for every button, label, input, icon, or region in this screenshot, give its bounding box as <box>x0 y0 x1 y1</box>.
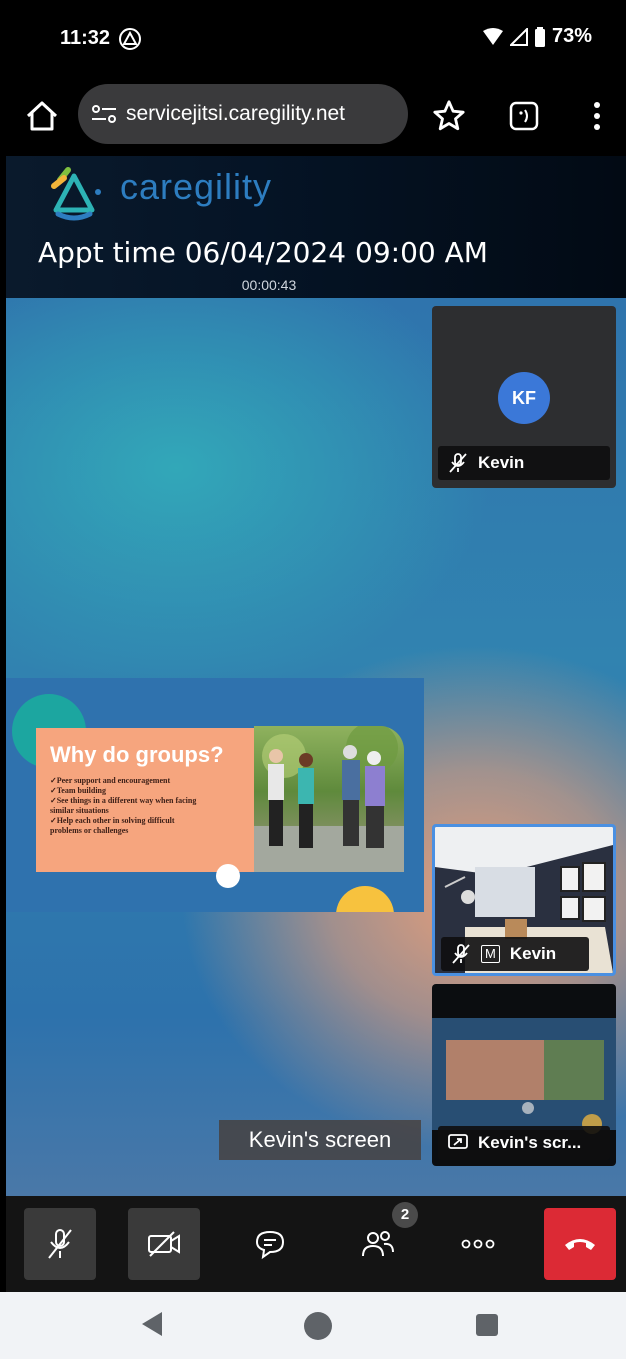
person-figure <box>342 745 360 846</box>
more-options-button[interactable] <box>442 1208 514 1280</box>
participant-thumbnail[interactable]: KF Kevin <box>432 306 616 488</box>
screen-share-icon <box>448 1134 468 1149</box>
back-icon[interactable] <box>140 1310 164 1338</box>
recents-nav-button[interactable] <box>476 1314 498 1336</box>
home-nav-button[interactable] <box>304 1312 332 1340</box>
cell-signal-icon <box>509 27 528 46</box>
participant-name-tag: M Kevin <box>441 937 589 971</box>
meeting-toolbar: 2 <box>6 1196 626 1292</box>
slide-bullet: problems or challenges <box>50 826 129 835</box>
participant-name-tag: Kevin <box>438 446 610 480</box>
overflow-menu-icon[interactable] <box>582 98 612 134</box>
participant-name-tag: Kevin's scr... <box>438 1126 610 1160</box>
slide-bullet: ✓Peer support and encouragement <box>50 776 171 785</box>
camera-off-icon <box>148 1231 180 1257</box>
chat-button[interactable] <box>234 1208 306 1280</box>
status-bar: 11:32 73% <box>0 0 626 78</box>
participant-thumbnail-active[interactable]: M Kevin <box>432 824 616 976</box>
more-icon <box>461 1239 495 1249</box>
participants-icon <box>362 1231 394 1257</box>
camera-toggle-button[interactable] <box>128 1208 200 1280</box>
slide-text-box: Why do groups? ✓Peer support and encoura… <box>36 728 262 872</box>
participant-name: Kevin <box>509 944 557 963</box>
screen-share-label: Kevin's screen <box>219 1120 421 1160</box>
appointment-time: Appt time 06/04/2024 09:00 AM <box>38 236 488 269</box>
hangup-button[interactable] <box>544 1208 616 1280</box>
caregility-logo-text: caregility <box>120 166 273 207</box>
meeting-header: caregility Appt time 06/04/2024 09:00 AM… <box>6 156 626 298</box>
home-icon[interactable] <box>24 98 60 134</box>
status-icons: 73% <box>482 25 592 48</box>
elapsed-timer: 00:00:43 <box>241 277 297 293</box>
slide-bullet: similar situations <box>50 806 109 815</box>
alert-triangle-icon <box>119 28 141 50</box>
meeting-stage: Why do groups? ✓Peer support and encoura… <box>6 298 626 1196</box>
slide-decoration-circle <box>336 886 394 912</box>
caregility-logo-icon <box>51 167 101 221</box>
status-time: 11:32 <box>60 27 111 49</box>
site-settings-icon[interactable] <box>90 103 118 125</box>
slide-bullet: ✓See things in a different way when faci… <box>50 796 197 805</box>
slide-title: Why do groups? <box>50 742 224 767</box>
battery-percent: 73% <box>551 25 592 47</box>
system-navigation-bar <box>0 1292 626 1359</box>
url-text: servicejitsi.caregility.net <box>126 102 346 125</box>
star-icon[interactable] <box>432 99 466 133</box>
avatar: KF <box>498 372 550 424</box>
mute-toggle-button[interactable] <box>24 1208 96 1280</box>
moderator-icon: M <box>481 945 500 963</box>
slide-bullet: ✓Help each other in solving difficult <box>50 816 175 825</box>
slide-photo-walking-group <box>254 726 404 872</box>
mic-muted-icon <box>452 944 470 964</box>
address-bar[interactable]: servicejitsi.caregility.net <box>78 84 408 144</box>
shared-screen-slide[interactable]: Why do groups? ✓Peer support and encoura… <box>6 678 424 912</box>
slide-bullet: ✓Team building <box>50 786 106 795</box>
chat-icon <box>255 1230 285 1260</box>
tabs-icon[interactable] <box>508 100 540 132</box>
slide-decoration-dot <box>216 864 240 888</box>
mic-muted-icon <box>449 453 467 473</box>
screen-share-thumbnail[interactable]: Kevin's scr... <box>432 984 616 1166</box>
participants-count-badge: 2 <box>392 1202 418 1228</box>
browser-toolbar: servicejitsi.caregility.net <box>0 78 626 156</box>
hangup-icon <box>565 1239 595 1250</box>
participant-name: Kevin <box>478 453 525 472</box>
wifi-icon <box>482 27 503 45</box>
slide-bullet-list: ✓Peer support and encouragement ✓Team bu… <box>50 776 252 836</box>
battery-icon <box>534 26 545 47</box>
participant-name: Kevin's scr... <box>478 1133 582 1152</box>
mic-muted-icon <box>48 1229 72 1259</box>
